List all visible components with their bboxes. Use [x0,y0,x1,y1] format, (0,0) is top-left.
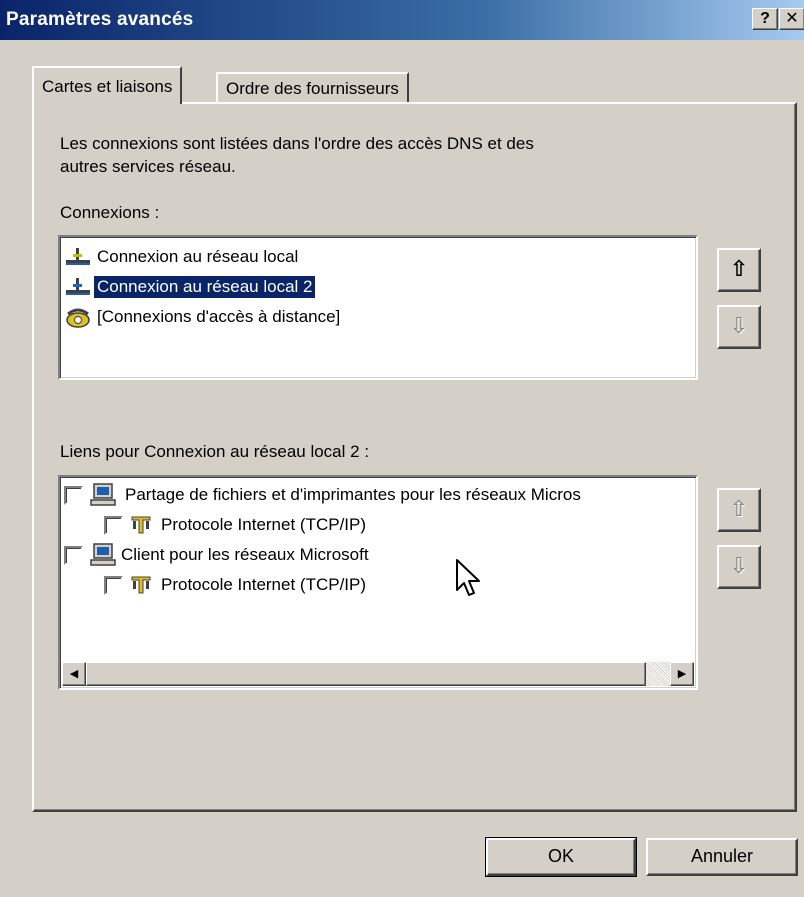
tab-adapters-and-bindings[interactable]: Cartes et liaisons [32,66,183,104]
computer-icon [89,543,117,567]
description-line-1: Les connexions sont listées dans l'ordre… [60,134,534,153]
horizontal-scrollbar[interactable]: ◀ ▶ [62,662,694,686]
binding-label: Partage de fichiers et d'imprimantes pou… [125,485,581,504]
connection-item-dialup[interactable]: [Connexions d'accès à distance] [64,303,343,331]
window-title: Paramètres avancés [6,9,194,30]
binding-item-tcpip-2[interactable]: Protocole Internet (TCP/IP) [104,571,366,599]
cancel-button[interactable]: Annuler [646,838,798,876]
move-binding-up-button[interactable]: ⇧ [717,488,761,532]
scrollbar-thumb[interactable] [86,662,646,686]
bindings-list[interactable]: Partage de fichiers et d'imprimantes pou… [58,475,698,690]
help-button[interactable]: ? [752,8,778,30]
connections-list[interactable]: Connexion au réseau local Connexion au r… [58,235,698,380]
connection-item-local[interactable]: Connexion au réseau local [64,243,301,271]
tab-label: Ordre des fournisseurs [226,79,399,98]
connection-item-local-2[interactable]: Connexion au réseau local 2 [64,273,316,301]
description-line-2: autres services réseau. [60,157,236,176]
bindings-label: Liens pour Connexion au réseau local 2 : [60,442,370,461]
move-connection-down-button[interactable]: ⇩ [717,305,761,349]
computer-icon [89,483,117,507]
protocol-icon [129,513,153,537]
binding-item-file-printer-sharing[interactable]: Partage de fichiers et d'imprimantes pou… [64,481,581,509]
connections-label: Connexions : [60,203,160,222]
close-button[interactable]: ✕ [779,8,804,30]
connection-label: Connexion au réseau local [97,247,299,266]
protocol-icon [129,573,153,597]
tab-label: Cartes et liaisons [42,77,173,96]
binding-item-ms-client[interactable]: Client pour les réseaux Microsoft [64,541,369,569]
binding-label: Protocole Internet (TCP/IP) [161,575,367,594]
ok-button[interactable]: OK [485,837,637,877]
binding-checkbox[interactable] [64,545,83,565]
binding-label: Client pour les réseaux Microsoft [121,545,369,564]
title-bar[interactable]: Paramètres avancés ? ✕ [0,0,804,40]
scroll-left-icon[interactable]: ◀ [62,662,86,686]
connection-label: [Connexions d'accès à distance] [97,307,341,326]
move-connection-up-button[interactable]: ⇧ [717,248,761,292]
dialup-phone-icon [64,305,92,329]
advanced-settings-dialog: Paramètres avancés ? ✕ Cartes et liaison… [0,0,804,897]
tab-provider-order[interactable]: Ordre des fournisseurs [216,72,409,102]
binding-label: Protocole Internet (TCP/IP) [161,515,367,534]
binding-item-tcpip-1[interactable]: Protocole Internet (TCP/IP) [104,511,366,539]
move-binding-down-button[interactable]: ⇩ [717,545,761,589]
scroll-right-icon[interactable]: ▶ [670,662,694,686]
connection-label: Connexion au réseau local 2 [94,276,316,298]
binding-checkbox[interactable] [104,575,123,595]
binding-checkbox[interactable] [64,485,83,505]
binding-checkbox[interactable] [104,515,123,535]
network-connection-icon [64,245,92,269]
mouse-cursor-icon [455,558,485,603]
network-connection-icon [64,275,92,299]
